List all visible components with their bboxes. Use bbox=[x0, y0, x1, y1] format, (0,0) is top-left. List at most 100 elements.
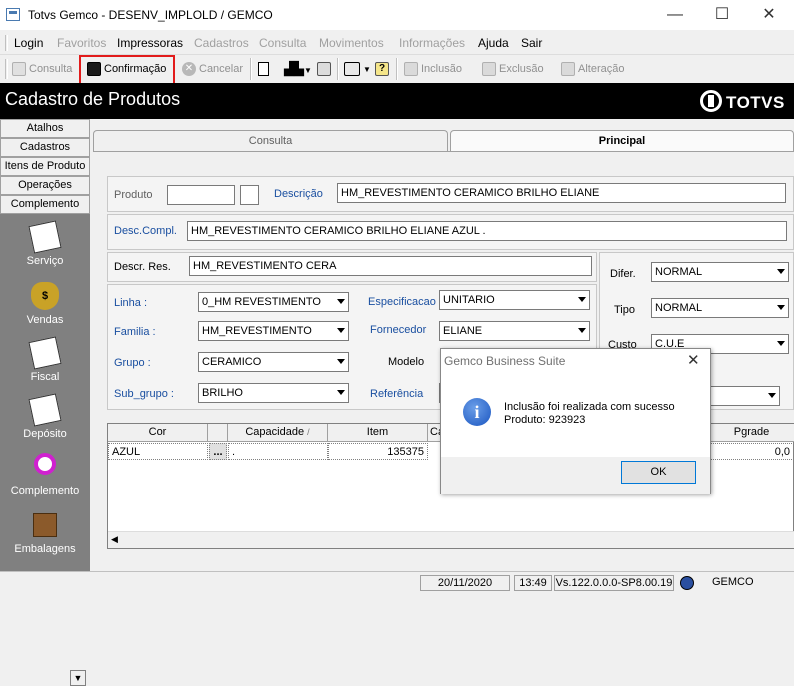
dialog-close-button[interactable]: ✕ bbox=[687, 351, 700, 369]
menu-ajuda[interactable]: Ajuda bbox=[478, 36, 509, 50]
sidebar-tab-atalhos[interactable]: Atalhos bbox=[0, 119, 90, 138]
scroll-left-icon[interactable]: ◀ bbox=[111, 534, 118, 545]
subgrupo-label: Sub_grupo : bbox=[114, 388, 174, 400]
chevron-down-icon bbox=[337, 390, 345, 395]
grid-cell-cor[interactable]: AZUL bbox=[108, 443, 208, 460]
status-date: 20/11/2020 bbox=[420, 575, 510, 591]
grid-cell-lookup-button[interactable]: ... bbox=[209, 443, 227, 460]
extra-select[interactable] bbox=[700, 386, 780, 406]
tab-consulta[interactable]: Consulta bbox=[93, 130, 448, 152]
menu-movimentos[interactable]: Movimentos bbox=[319, 36, 384, 50]
sidebar-item-vendas[interactable]: $ Vendas bbox=[0, 282, 90, 326]
produto-label: Produto bbox=[114, 189, 153, 201]
notepad-pen-icon bbox=[28, 393, 62, 427]
magnifier-icon bbox=[12, 62, 26, 77]
grid-horizontal-scrollbar[interactable]: ◀ bbox=[108, 531, 794, 548]
dropdown-arrow-icon: ▼ bbox=[304, 66, 312, 75]
info-icon: i bbox=[463, 398, 491, 426]
sidebar-item-servico[interactable]: Serviço bbox=[0, 220, 90, 267]
grid-header-item[interactable]: Item bbox=[328, 424, 428, 442]
window-title: Totvs Gemco - DESENV_IMPLOLD / GEMCO bbox=[28, 8, 273, 22]
status-bar: 20/11/2020 13:49 Vs.122.0.0.0-SP8.00.19 … bbox=[0, 571, 794, 591]
print-button[interactable]: ▼ bbox=[344, 59, 371, 79]
subgrupo-select[interactable]: BRILHO bbox=[198, 383, 349, 403]
tipo-select[interactable]: NORMAL bbox=[651, 298, 789, 318]
ok-button[interactable]: OK bbox=[621, 461, 696, 484]
minimize-button[interactable]: — bbox=[658, 4, 692, 26]
sidebar-scroll-down-button[interactable]: ▼ bbox=[70, 670, 86, 686]
dialog-body: i Inclusão foi realizada com sucesso Pro… bbox=[441, 379, 710, 458]
app-icon bbox=[6, 8, 20, 21]
notepad-pen-icon bbox=[28, 336, 62, 370]
chevron-down-icon bbox=[777, 341, 785, 346]
menu-bar: Login Favoritos Impressoras Cadastros Co… bbox=[0, 31, 794, 55]
box-icon bbox=[33, 513, 57, 537]
grid-header-capacidade[interactable]: Capacidade / bbox=[228, 424, 328, 442]
descricao-input[interactable]: HM_REVESTIMENTO CERAMICO BRILHO ELIANE bbox=[337, 183, 786, 203]
grid-cell-item[interactable]: 135375 bbox=[328, 443, 428, 460]
sidebar-tab-operacoes[interactable]: Operações bbox=[0, 176, 90, 195]
maximize-button[interactable]: ☐ bbox=[705, 4, 739, 26]
menu-grip bbox=[5, 35, 8, 51]
grid-header-pgrade[interactable]: Pgrade bbox=[708, 424, 794, 442]
menu-login[interactable]: Login bbox=[14, 36, 43, 50]
fornecedor-select[interactable]: ELIANE bbox=[439, 321, 590, 341]
produto-digit-input[interactable] bbox=[240, 185, 259, 205]
sidebar-item-complemento[interactable]: Complemento bbox=[0, 453, 90, 497]
dialog-footer: OK bbox=[441, 457, 710, 494]
exclusao-button[interactable]: Exclusão bbox=[482, 59, 544, 79]
chevron-down-icon bbox=[777, 305, 785, 310]
grid-cell-pgrade[interactable]: 0,0 bbox=[708, 443, 794, 460]
menu-sair[interactable]: Sair bbox=[521, 36, 542, 50]
menu-informacoes[interactable]: Informações bbox=[399, 36, 465, 50]
linha-select[interactable]: 0_HM REVESTIMENTO bbox=[198, 292, 349, 312]
menu-impressoras[interactable]: Impressoras bbox=[117, 36, 183, 50]
sidebar-item-deposito[interactable]: Depósito bbox=[0, 393, 90, 440]
notepad-pen-icon bbox=[28, 220, 62, 254]
consulta-button[interactable]: Consulta bbox=[12, 59, 72, 79]
familia-label: Familia : bbox=[114, 326, 156, 338]
sidebar-item-embalagens[interactable]: Embalagens bbox=[0, 513, 90, 555]
dialog-message-line1: Inclusão foi realizada com sucesso bbox=[504, 401, 675, 413]
grid-cell-capacidade[interactable]: . bbox=[228, 443, 328, 460]
export-button[interactable] bbox=[317, 59, 334, 79]
sidebar-tab-complemento[interactable]: Complemento bbox=[0, 195, 90, 214]
especificacao-select[interactable]: UNITARIO bbox=[439, 290, 590, 310]
status-user: GEMCO bbox=[712, 576, 754, 588]
grupo-label: Grupo : bbox=[114, 357, 151, 369]
sidebar-tab-itens-produto[interactable]: Itens de Produto bbox=[0, 157, 90, 176]
dropdown-arrow-icon: ▼ bbox=[363, 65, 371, 74]
desccompl-label: Desc.Compl. bbox=[114, 225, 177, 237]
new-document-button[interactable] bbox=[258, 59, 272, 79]
user-icon bbox=[680, 576, 694, 590]
familia-select[interactable]: HM_REVESTIMENTO bbox=[198, 321, 349, 341]
help-button[interactable]: ? bbox=[375, 59, 392, 79]
chevron-down-icon bbox=[578, 297, 586, 302]
close-button[interactable]: ✕ bbox=[752, 4, 786, 26]
alteracao-button[interactable]: Alteração bbox=[561, 59, 624, 79]
cancelar-button[interactable]: ✕ Cancelar bbox=[182, 59, 243, 79]
especificacao-label: Especificacao bbox=[368, 296, 436, 308]
grid-header-cor[interactable]: Cor bbox=[108, 424, 208, 442]
tab-principal[interactable]: Principal bbox=[450, 130, 794, 152]
desccompl-input[interactable]: HM_REVESTIMENTO CERAMICO BRILHO ELIANE A… bbox=[187, 221, 787, 241]
printer-icon bbox=[344, 62, 360, 77]
sidebar: Atalhos Cadastros Itens de Produto Opera… bbox=[0, 119, 90, 686]
menu-favoritos[interactable]: Favoritos bbox=[57, 36, 106, 50]
sidebar-item-fiscal[interactable]: Fiscal bbox=[0, 336, 90, 383]
grupo-select[interactable]: CERAMICO bbox=[198, 352, 349, 372]
tipo-label: Tipo bbox=[614, 304, 635, 316]
menu-cadastros[interactable]: Cadastros bbox=[194, 36, 249, 50]
document-icon bbox=[258, 62, 269, 77]
menu-consulta[interactable]: Consulta bbox=[259, 36, 306, 50]
difer-select[interactable]: NORMAL bbox=[651, 262, 789, 282]
sidebar-tab-cadastros[interactable]: Cadastros bbox=[0, 138, 90, 157]
inclusao-button[interactable]: Inclusão bbox=[404, 59, 462, 79]
confirmacao-highlight bbox=[79, 55, 175, 85]
chevron-down-icon bbox=[768, 393, 776, 398]
message-dialog: Gemco Business Suite ✕ i Inclusão foi re… bbox=[440, 348, 711, 494]
find-button[interactable]: ▟▙▼ bbox=[284, 59, 312, 79]
descres-input[interactable]: HM_REVESTIMENTO CERA bbox=[189, 256, 592, 276]
produto-input[interactable] bbox=[167, 185, 235, 205]
export-icon bbox=[317, 62, 331, 77]
